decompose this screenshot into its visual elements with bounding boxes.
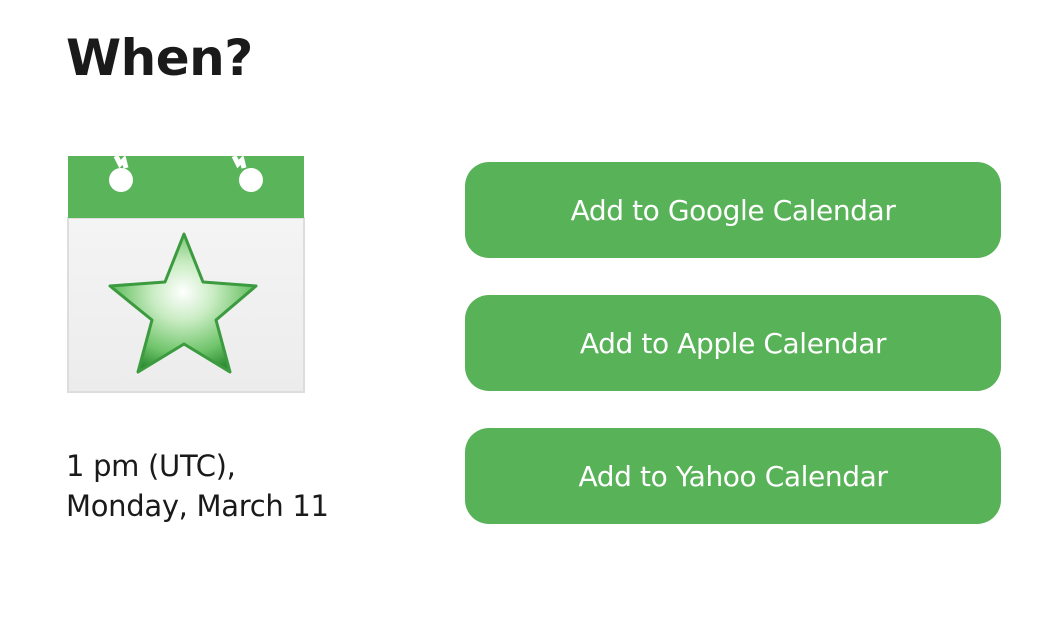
section-heading: When? xyxy=(66,29,253,87)
when-section: When? 1 pm (UTC), Monday, March 11 Add t… xyxy=(0,0,1064,622)
add-to-apple-calendar-button[interactable]: Add to Apple Calendar xyxy=(465,295,1001,391)
event-datetime: 1 pm (UTC), Monday, March 11 xyxy=(66,446,329,526)
add-to-google-calendar-button[interactable]: Add to Google Calendar xyxy=(465,162,1001,258)
add-to-yahoo-calendar-button[interactable]: Add to Yahoo Calendar xyxy=(465,428,1001,524)
calendar-buttons: Add to Google Calendar Add to Apple Cale… xyxy=(465,162,1001,524)
calendar-star-icon xyxy=(66,150,306,394)
event-time-text: 1 pm (UTC), xyxy=(66,449,236,483)
event-date-text: Monday, March 11 xyxy=(66,489,329,523)
